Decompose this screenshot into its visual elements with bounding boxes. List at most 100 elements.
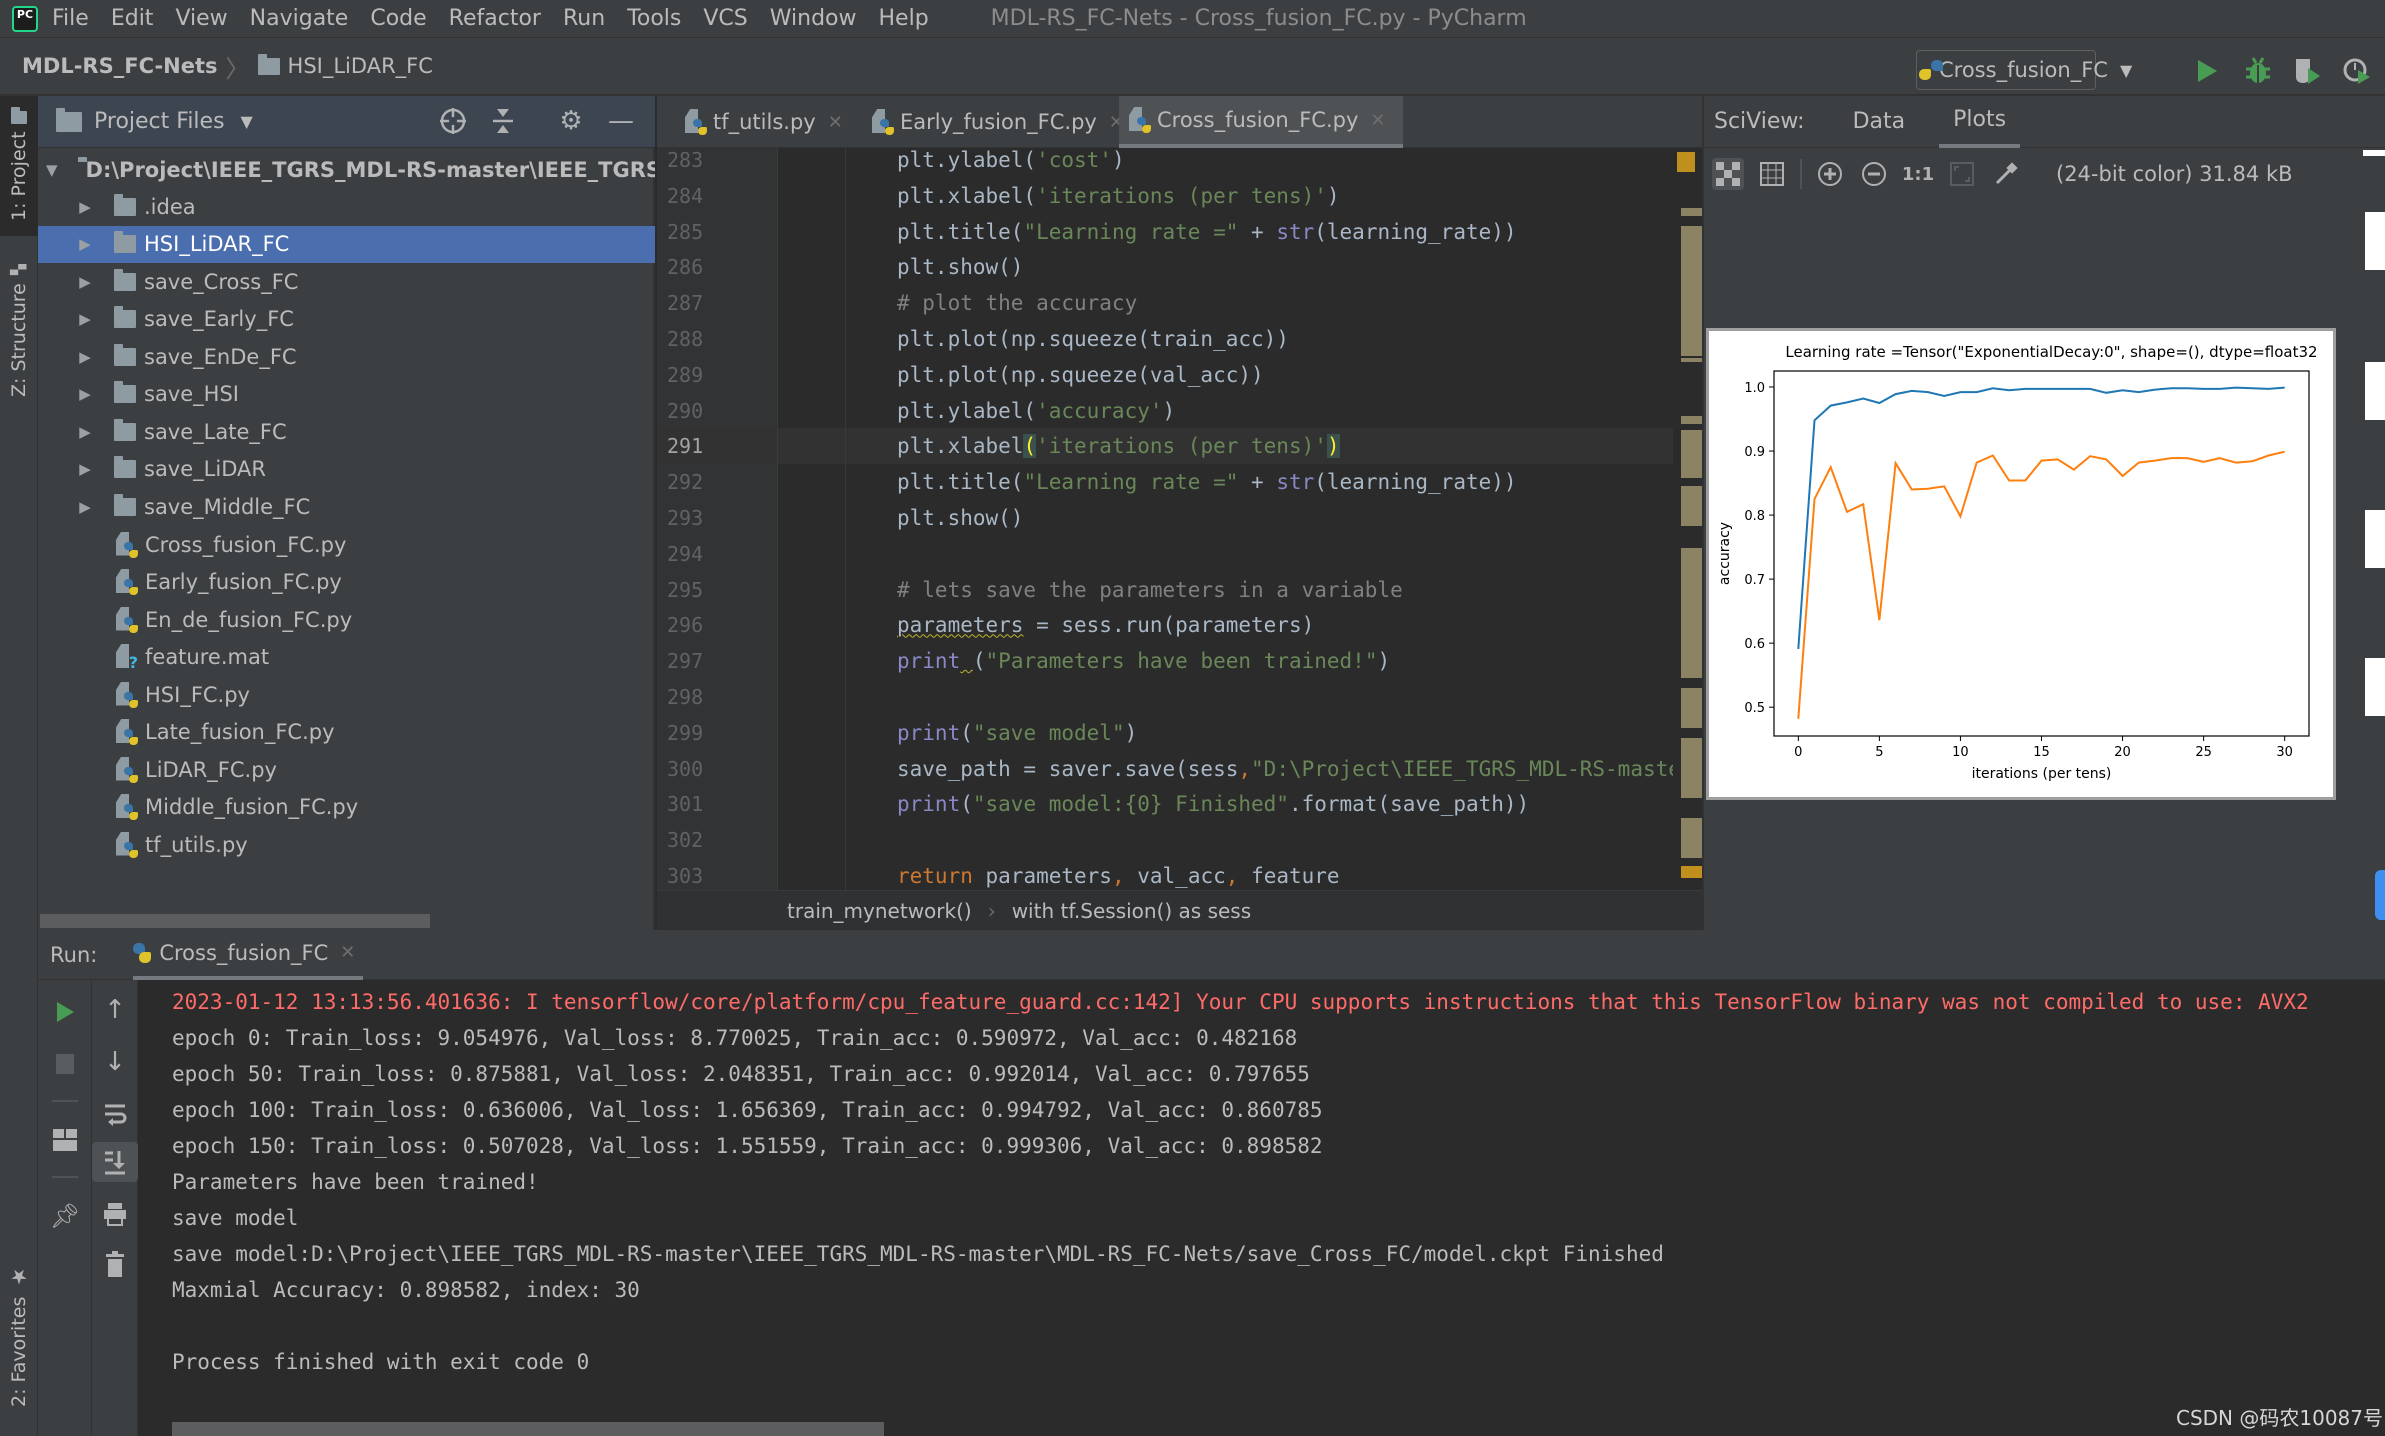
tree-folder[interactable]: ▶ save_Late_FC [38, 413, 655, 450]
tree-file[interactable]: tf_utils.py [38, 826, 655, 863]
code-line[interactable]: 294 [657, 536, 1697, 572]
menu-run[interactable]: Run [563, 6, 605, 31]
tree-folder[interactable]: ▶ save_Middle_FC [38, 488, 655, 525]
scroll-down-button[interactable]: ↓ [92, 1042, 138, 1082]
run-button[interactable] [2192, 56, 2222, 86]
tree-folder[interactable]: ▶ save_Early_FC [38, 301, 655, 338]
menu-help[interactable]: Help [879, 6, 929, 31]
debug-button[interactable] [2243, 56, 2273, 86]
code-line[interactable]: 288 plt.plot(np.squeeze(train_acc)) [657, 321, 1697, 357]
run-configuration-select[interactable]: Cross_fusion_FC ▼ [1916, 50, 2132, 90]
scroll-up-button[interactable]: ↑ [92, 990, 138, 1030]
tab-tf-utils[interactable]: tf_utils.py ✕ [675, 96, 853, 148]
tool-tab-project[interactable]: 1: Project [0, 96, 38, 236]
inspection-status-icon[interactable] [1677, 152, 1695, 172]
code-line[interactable]: 283 plt.ylabel('cost') [657, 148, 1697, 178]
clear-console-button[interactable] [92, 1244, 138, 1284]
tree-file[interactable]: Cross_fusion_FC.py [38, 526, 655, 563]
chevron-down-icon[interactable]: ▼ [241, 112, 253, 131]
menu-navigate[interactable]: Navigate [250, 6, 349, 31]
locate-file-icon[interactable] [438, 106, 468, 136]
pin-tab-button[interactable]: 📌︎ [38, 1196, 92, 1236]
breadcrumb-function[interactable]: train_mynetwork() [787, 899, 972, 923]
thumbnail-partial[interactable] [2363, 150, 2385, 156]
menu-edit[interactable]: Edit [111, 6, 154, 31]
collapsed-arrow-icon[interactable]: ▶ [76, 273, 94, 291]
tree-folder[interactable]: ▶ save_LiDAR [38, 451, 655, 488]
code-line[interactable]: 300 save_path = saver.save(sess,"D:\Proje… [657, 751, 1702, 787]
actual-size-button[interactable]: 1:1 [1902, 158, 1934, 190]
collapsed-arrow-icon[interactable]: ▶ [76, 310, 94, 328]
collapsed-arrow-icon[interactable]: ▶ [76, 423, 94, 441]
editor-error-stripe[interactable] [1673, 148, 1702, 890]
run-with-coverage-button[interactable] [2292, 56, 2322, 86]
scroll-to-end-button[interactable] [92, 1142, 138, 1182]
tree-file[interactable]: En_de_fusion_FC.py [38, 601, 655, 638]
chessboard-background-button[interactable] [1712, 158, 1744, 190]
menu-tools[interactable]: Tools [627, 6, 681, 31]
tree-folder[interactable]: ▶ HSI_LiDAR_FC [38, 225, 655, 263]
close-tab-icon[interactable]: ✕ [340, 942, 355, 963]
menu-vcs[interactable]: VCS [703, 6, 747, 31]
plot-thumbnail[interactable] [2365, 510, 2385, 568]
collapsed-arrow-icon[interactable]: ▶ [76, 198, 94, 216]
sciview-tab-plots[interactable]: Plots [1939, 96, 2021, 148]
code-line[interactable]: 285 plt.title("Learning rate =" + str(lea… [657, 214, 1697, 250]
code-line[interactable]: 301 print("save model:{0} Finished".forma… [657, 786, 1697, 822]
color-picker-button[interactable] [1990, 158, 2022, 190]
code-line[interactable]: 303 return parameters, val_acc, feature [657, 858, 1697, 890]
code-line[interactable]: 295 # lets save the parameters in a varia… [657, 572, 1697, 608]
horizontal-scrollbar[interactable] [172, 1422, 884, 1436]
code-line[interactable]: 284 plt.xlabel('iterations (per tens)') [657, 178, 1697, 214]
grid-button[interactable] [1756, 158, 1788, 190]
print-button[interactable] [92, 1194, 138, 1234]
code-line[interactable]: 291 plt.xlabel('iterations (per tens)') [657, 428, 1697, 465]
tree-file[interactable]: ? feature.mat [38, 639, 655, 676]
code-line[interactable]: 287 # plot the accuracy [657, 285, 1697, 321]
tree-file[interactable]: LiDAR_FC.py [38, 751, 655, 788]
code-line[interactable]: 293 plt.show() [657, 500, 1697, 536]
run-tab[interactable]: Cross_fusion_FC ✕ [133, 930, 364, 980]
collapsed-arrow-icon[interactable]: ▶ [76, 498, 94, 516]
collapsed-arrow-icon[interactable]: ▶ [76, 348, 94, 366]
close-tab-icon[interactable]: ✕ [1370, 110, 1385, 131]
expanded-arrow-icon[interactable]: ▼ [46, 161, 58, 179]
code-line[interactable]: 296 parameters = sess.run(parameters) [657, 607, 1697, 643]
tool-tab-structure[interactable]: Z: Structure ▚ [0, 256, 38, 406]
hide-panel-icon[interactable]: — [606, 106, 636, 136]
tab-cross-fusion[interactable]: Cross_fusion_FC.py ✕ [1119, 96, 1403, 148]
tree-file[interactable]: Middle_fusion_FC.py [38, 789, 655, 826]
tree-root[interactable]: ▼ D:\Project\IEEE_TGRS_MDL-RS-master\IEE… [38, 151, 655, 188]
tab-early-fusion[interactable]: Early_fusion_FC.py ✕ [862, 96, 1134, 148]
menu-file[interactable]: File [52, 6, 89, 31]
code-line[interactable]: 302 [657, 822, 1697, 858]
plot-thumbnail[interactable] [2365, 658, 2385, 716]
code-editor[interactable]: 283 plt.ylabel('cost') 284 plt.xlabel('iter… [657, 148, 1702, 890]
menu-window[interactable]: Window [770, 6, 857, 31]
collapsed-arrow-icon[interactable]: ▶ [76, 460, 94, 478]
project-view-selector[interactable]: Project Files [94, 109, 225, 134]
breadcrumb-block[interactable]: with tf.Session() as sess [1012, 899, 1251, 923]
tree-folder[interactable]: ▶ save_HSI [38, 376, 655, 413]
code-line[interactable]: 299 print("save model") [657, 715, 1697, 751]
zoom-out-button[interactable] [1858, 158, 1890, 190]
close-tab-icon[interactable]: ✕ [828, 112, 843, 133]
tool-tab-favorites[interactable]: 2: Favorites ★ [0, 1246, 38, 1426]
code-line[interactable]: 292 plt.title("Learning rate =" + str(lea… [657, 464, 1697, 500]
code-line[interactable]: 298 [657, 679, 1697, 715]
plot-thumbnail[interactable] [2365, 362, 2385, 420]
code-line[interactable]: 289 plt.plot(np.squeeze(val_acc)) [657, 357, 1697, 393]
zoom-in-button[interactable] [1814, 158, 1846, 190]
console-output[interactable]: 2023-01-12 13:13:56.401636: I tensorflow… [138, 980, 2385, 1436]
collapse-all-icon[interactable] [488, 106, 518, 136]
tree-file[interactable]: Early_fusion_FC.py [38, 564, 655, 601]
collapsed-arrow-icon[interactable]: ▶ [76, 385, 94, 403]
rerun-button[interactable] [38, 992, 92, 1032]
plot-thumbnail[interactable] [2365, 212, 2385, 270]
code-line[interactable]: 297 print ("Parameters have been trained!… [657, 643, 1697, 679]
tree-folder[interactable]: ▶ save_Cross_FC [38, 263, 655, 300]
breadcrumb-folder[interactable]: HSI_LiDAR_FC [288, 54, 433, 78]
tree-file[interactable]: HSI_FC.py [38, 676, 655, 713]
plots-scroll-handle[interactable] [2375, 870, 2385, 920]
tree-folder[interactable]: ▶ .idea [38, 188, 655, 225]
